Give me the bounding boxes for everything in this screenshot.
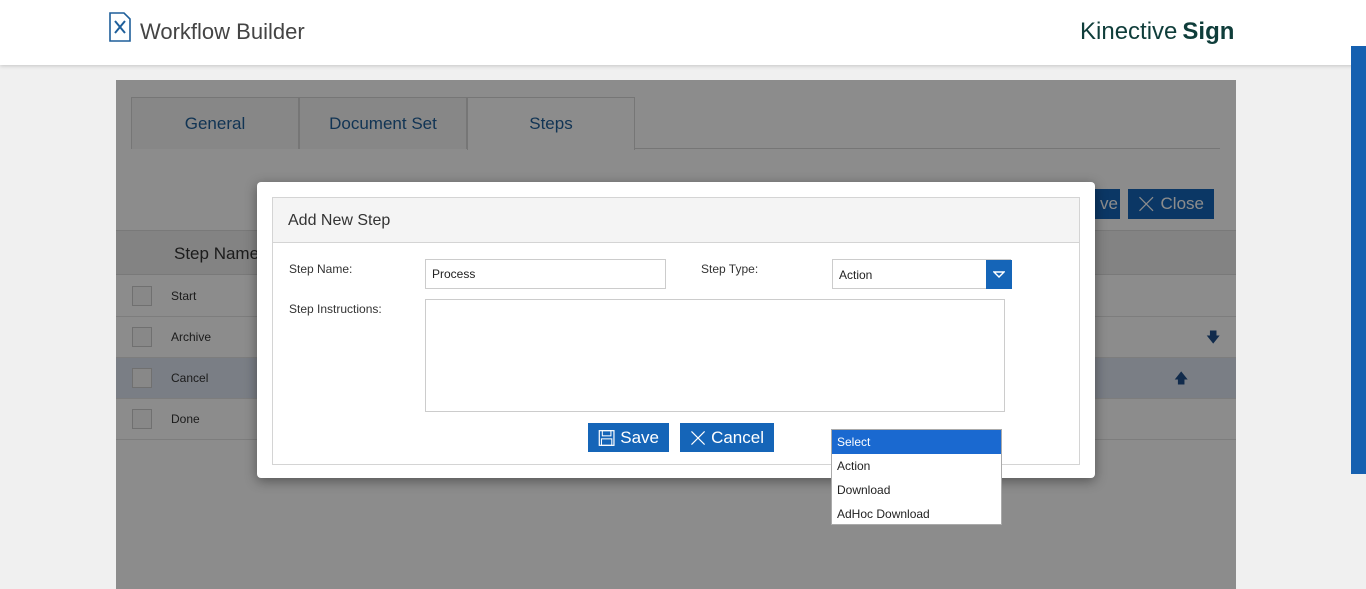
dropdown-option-action[interactable]: Action (832, 454, 1001, 478)
step-type-value: Action (839, 268, 873, 282)
tools-icon (109, 12, 131, 42)
step-instructions-textarea[interactable] (425, 299, 1005, 412)
brand-light: Kinective (1080, 18, 1178, 45)
top-bar: Workflow Builder Kinective Sign (0, 0, 1366, 65)
step-type-label: Step Type: (701, 262, 759, 276)
dropdown-toggle-button[interactable] (986, 260, 1012, 289)
dropdown-option-adhoc-download[interactable]: AdHoc Download (832, 502, 1001, 526)
chevron-down-icon (993, 270, 1005, 278)
floppy-disk-icon (598, 429, 615, 446)
brand-logo: Kinective Sign (1080, 18, 1234, 46)
modal-header: Add New Step (273, 198, 1079, 243)
step-instructions-label: Step Instructions: (289, 302, 382, 316)
cancel-button[interactable]: Cancel (680, 423, 774, 452)
dropdown-option-download[interactable]: Download (832, 478, 1001, 502)
save-button[interactable]: Save (588, 423, 669, 452)
step-name-label: Step Name: (289, 262, 353, 276)
save-label: Save (620, 427, 659, 447)
close-icon (691, 430, 706, 445)
scrollbar[interactable] (1351, 46, 1366, 474)
dropdown-option-select[interactable]: Select (832, 430, 1001, 454)
modal-title: Add New Step (288, 212, 391, 229)
cancel-label: Cancel (711, 427, 764, 447)
step-type-dropdown-list: Select Action Download AdHoc Download (831, 429, 1002, 525)
step-type-select[interactable]: Action (832, 259, 1012, 289)
step-name-input[interactable] (425, 259, 666, 289)
app-title: Workflow Builder (140, 19, 305, 44)
brand-bold: Sign (1182, 18, 1235, 45)
